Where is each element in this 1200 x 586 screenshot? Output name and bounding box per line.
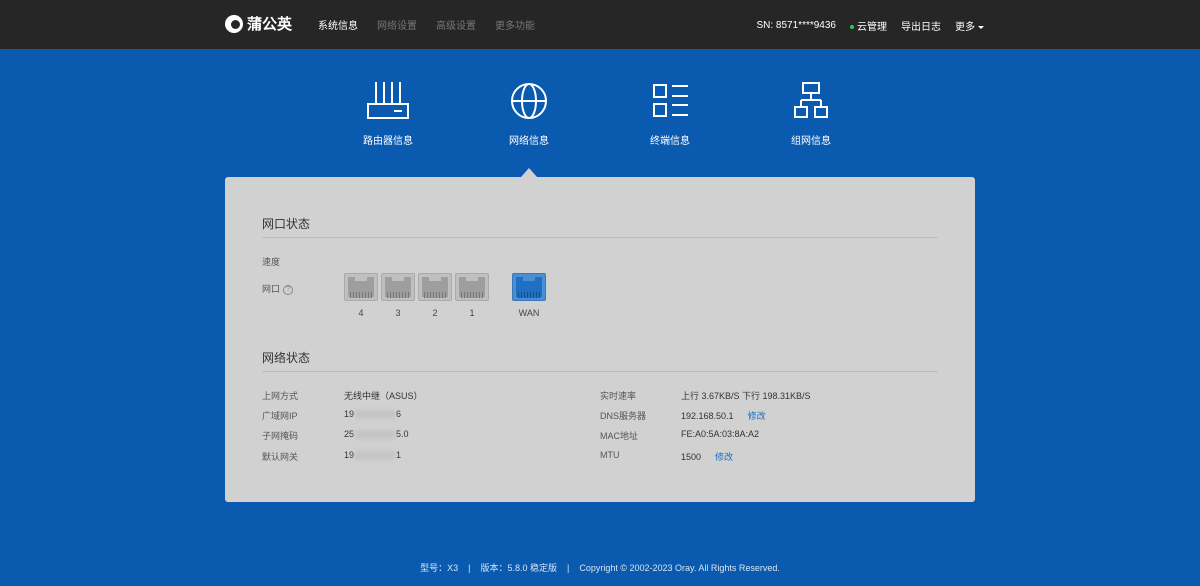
caret-down-icon bbox=[978, 25, 984, 29]
serial-number: SN: 8571****9436 bbox=[756, 20, 836, 31]
online-status-dot-icon bbox=[850, 25, 854, 30]
subnet-mask-label: 子网掩码 bbox=[262, 431, 299, 441]
lan-port-4 bbox=[344, 273, 378, 301]
copyright-text: Copyright © 2002-2023 Oray. All Rights R… bbox=[579, 563, 780, 573]
active-tab-pointer bbox=[521, 168, 537, 177]
footer-separator: | bbox=[566, 563, 570, 573]
globe-icon bbox=[511, 83, 547, 119]
lan-port-2 bbox=[418, 273, 452, 301]
gateway-prefix: 19 bbox=[344, 450, 355, 460]
wan-ip-suffix: 6 bbox=[396, 409, 402, 419]
list-icon bbox=[653, 84, 688, 117]
network-topology-icon bbox=[794, 82, 828, 118]
wan-ip-prefix: 19 bbox=[344, 409, 355, 419]
redacted-mask bbox=[355, 451, 396, 461]
page-footer: 型号：X3 | 版本：5.8.0 稳定版 | Copyright © 2002-2023… bbox=[0, 561, 1200, 574]
export-log-link[interactable]: 导出日志 bbox=[901, 18, 941, 33]
nav-network-settings[interactable]: 网络设置 bbox=[377, 17, 417, 32]
tab-router-info[interactable]: 路由器信息 bbox=[338, 80, 438, 147]
dns-server-value: 192.168.50.1 bbox=[681, 411, 734, 421]
cloud-management-link[interactable]: 云管理 bbox=[850, 18, 887, 33]
tab-terminal-info-label: 终端信息 bbox=[650, 136, 690, 147]
info-panel: 网口状态 速度 网口? 4 3 2 1 WAN 网络状态 上网方式 无线中继（A… bbox=[225, 177, 975, 502]
port-label-row: 网口? bbox=[262, 282, 294, 295]
edit-dns-link[interactable]: 修改 bbox=[748, 411, 766, 421]
access-method-label: 上网方式 bbox=[262, 391, 299, 401]
cloud-management-label: 云管理 bbox=[857, 22, 887, 33]
dandelion-logo-icon bbox=[225, 14, 243, 33]
tab-mesh-info[interactable]: 组网信息 bbox=[761, 80, 861, 147]
mtu-value: 1500 bbox=[681, 452, 702, 462]
wan-ip-label: 广域网IP bbox=[262, 411, 298, 421]
info-tabs: 路由器信息 网络信息 终端信息 组网信息 bbox=[0, 80, 1200, 170]
version-info: 版本：5.8.0 稳定版 bbox=[480, 563, 557, 573]
redacted-mask bbox=[355, 430, 396, 440]
main-nav: 系统信息 网络设置 高级设置 更多功能 bbox=[318, 17, 535, 32]
speed-label: 速度 bbox=[262, 257, 281, 267]
section-divider bbox=[262, 371, 938, 372]
tab-mesh-info-label: 组网信息 bbox=[791, 136, 831, 147]
lan-port-1 bbox=[455, 273, 489, 301]
mac-address-label: MAC地址 bbox=[600, 431, 638, 441]
edit-mtu-link[interactable]: 修改 bbox=[715, 452, 733, 462]
mtu-row: 1500 修改 bbox=[681, 450, 733, 463]
mtu-label: MTU bbox=[600, 450, 620, 460]
brand-name: 蒲公英 bbox=[247, 16, 293, 33]
port-label: 网口 bbox=[262, 284, 281, 294]
port-number: 2 bbox=[432, 308, 438, 318]
model-info: 型号：X3 bbox=[420, 563, 459, 573]
network-status-title: 网络状态 bbox=[262, 351, 311, 365]
more-label: 更多 bbox=[955, 22, 975, 33]
mask-suffix: 5.0 bbox=[396, 429, 409, 439]
top-navbar: 蒲公英 系统信息 网络设置 高级设置 更多功能 SN: 8571****9436… bbox=[0, 0, 1200, 49]
brand-logo[interactable]: 蒲公英 bbox=[225, 13, 292, 34]
subnet-mask-value: 25 5.0 bbox=[344, 429, 409, 440]
mask-prefix: 25 bbox=[344, 429, 355, 439]
port-number: 3 bbox=[395, 308, 401, 318]
tab-router-info-label: 路由器信息 bbox=[363, 136, 413, 147]
nav-more-features[interactable]: 更多功能 bbox=[495, 17, 535, 32]
nav-advanced-settings[interactable]: 高级设置 bbox=[436, 17, 476, 32]
wan-ip-value: 19 6 bbox=[344, 409, 402, 420]
port-status-title: 网口状态 bbox=[262, 217, 311, 231]
default-gateway-label: 默认网关 bbox=[262, 452, 299, 462]
port-number: 4 bbox=[358, 308, 364, 318]
section-divider bbox=[262, 237, 938, 238]
default-gateway-value: 19 1 bbox=[344, 450, 402, 461]
port-number: WAN bbox=[518, 308, 540, 318]
dns-server-label: DNS服务器 bbox=[600, 411, 647, 421]
realtime-speed-value: 上行 3.67KB/S 下行 198.31KB/S bbox=[681, 391, 811, 401]
more-dropdown[interactable]: 更多 bbox=[955, 18, 984, 33]
help-icon[interactable]: ? bbox=[283, 284, 294, 295]
nav-system-info[interactable]: 系统信息 bbox=[318, 17, 358, 32]
gateway-suffix: 1 bbox=[396, 450, 402, 460]
mac-address-value: FE:A0:5A:03:8A:A2 bbox=[681, 429, 760, 439]
router-icon bbox=[367, 82, 409, 119]
realtime-speed-label: 实时速率 bbox=[600, 391, 637, 401]
redacted-mask bbox=[355, 410, 396, 420]
footer-separator: | bbox=[468, 563, 471, 573]
tab-network-info-label: 网络信息 bbox=[509, 136, 549, 147]
dns-server-row: 192.168.50.1 修改 bbox=[681, 409, 766, 422]
lan-port-3 bbox=[381, 273, 415, 301]
port-number: 1 bbox=[469, 308, 475, 318]
tab-network-info[interactable]: 网络信息 bbox=[479, 80, 579, 147]
wan-port bbox=[512, 273, 546, 301]
access-method-value: 无线中继（ASUS） bbox=[344, 391, 423, 401]
header-right: SN: 8571****9436 云管理 导出日志 更多 bbox=[756, 18, 984, 33]
tab-terminal-info[interactable]: 终端信息 bbox=[620, 80, 720, 147]
